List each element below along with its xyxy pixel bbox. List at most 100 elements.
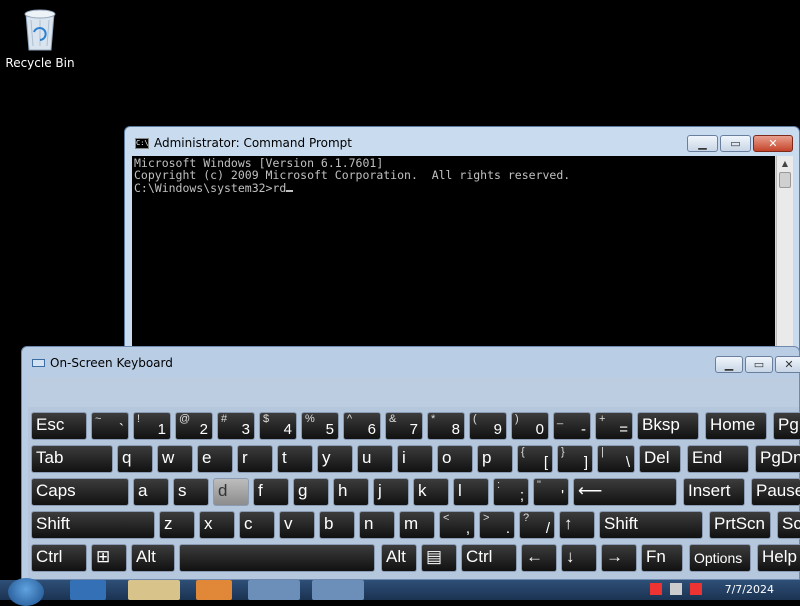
start-button[interactable] (8, 578, 44, 606)
key-r[interactable]: r (237, 445, 273, 473)
key-symbol[interactable]: ↑ (559, 511, 595, 539)
key-z[interactable]: z (159, 511, 195, 539)
taskbar-cmd-icon[interactable] (248, 580, 300, 600)
scroll-thumb[interactable] (779, 172, 791, 188)
key-space[interactable] (179, 544, 375, 572)
cmd-minimize-button[interactable]: ▁ (687, 135, 718, 152)
scroll-up-icon[interactable]: ▲ (777, 156, 793, 172)
taskbar-media-icon[interactable] (196, 580, 232, 600)
key-symbol[interactable]: ~ ` (91, 412, 129, 440)
key-pgdn[interactable]: PgDn (755, 445, 800, 473)
key-symbol[interactable]: | \ (597, 445, 635, 473)
key-g[interactable]: g (293, 478, 329, 506)
taskbar-date[interactable]: 7/7/2024 (725, 583, 774, 596)
taskbar-explorer-icon[interactable] (128, 580, 180, 600)
key-p[interactable]: p (477, 445, 513, 473)
key-end[interactable]: End (687, 445, 749, 473)
key-bksp[interactable]: Bksp (637, 412, 699, 440)
key-x[interactable]: x (199, 511, 235, 539)
key-home[interactable]: Home (705, 412, 767, 440)
key-symbol[interactable]: ? / (519, 511, 555, 539)
taskbar-ie-icon[interactable] (70, 580, 106, 600)
key-symbol[interactable]: ▤ (421, 544, 457, 572)
key-y[interactable]: y (317, 445, 353, 473)
action-center-icon[interactable] (690, 583, 702, 595)
key-symbol[interactable]: ! 1 (133, 412, 171, 440)
key-w[interactable]: w (157, 445, 193, 473)
key-symbol[interactable]: & 7 (385, 412, 423, 440)
key-fn[interactable]: Fn (641, 544, 683, 572)
taskbar-osk-icon[interactable] (312, 580, 364, 600)
recycle-bin-desktop-icon[interactable]: Recycle Bin (4, 6, 76, 70)
volume-icon[interactable] (670, 583, 682, 595)
key-alt[interactable]: Alt (381, 544, 417, 572)
on-screen-keyboard-window[interactable]: On-Screen Keyboard ▁ ▭ ✕ Esc ~ `! 1 @2 #3 $4% 5… (21, 346, 800, 580)
key-c[interactable]: c (239, 511, 275, 539)
key-tab[interactable]: Tab (31, 445, 113, 473)
key-symbol[interactable]: {[ (517, 445, 553, 473)
key-symbol[interactable]: :; (493, 478, 529, 506)
key-v[interactable]: v (279, 511, 315, 539)
key-del[interactable]: Del (639, 445, 681, 473)
key-symbol[interactable]: → (601, 544, 637, 572)
key-pgup[interactable]: PgUp (773, 412, 800, 440)
key-symbol[interactable]: % 5 (301, 412, 339, 440)
key-esc[interactable]: Esc (31, 412, 87, 440)
key-caps[interactable]: Caps (31, 478, 129, 506)
osk-maximize-button[interactable]: ▭ (745, 356, 773, 373)
key-options[interactable]: Options (689, 544, 751, 572)
key-ctrl[interactable]: Ctrl (461, 544, 517, 572)
key-i[interactable]: i (397, 445, 433, 473)
key-d[interactable]: d (213, 478, 249, 506)
osk-title-bar[interactable]: On-Screen Keyboard ▁ ▭ ✕ (22, 347, 800, 377)
key-h[interactable]: h (333, 478, 369, 506)
key-symbol[interactable]: + = (595, 412, 633, 440)
key-e[interactable]: e (197, 445, 233, 473)
key-symbol[interactable]: * 8 (427, 412, 465, 440)
key-alt[interactable]: Alt (131, 544, 175, 572)
key-symbol[interactable]: >. (479, 511, 515, 539)
command-prompt-window[interactable]: C:\ Administrator: Command Prompt ▁ ▭ ✕ … (124, 126, 800, 356)
key-shift[interactable]: Shift (599, 511, 703, 539)
cmd-title-bar[interactable]: C:\ Administrator: Command Prompt ▁ ▭ ✕ (125, 127, 799, 157)
key-symbol[interactable]: }] (557, 445, 593, 473)
key-symbol[interactable]: (9 (469, 412, 507, 440)
key-help[interactable]: Help (757, 544, 800, 572)
key-symbol[interactable]: _ - (553, 412, 591, 440)
key-symbol[interactable]: ← (521, 544, 557, 572)
key-pause[interactable]: Pause (751, 478, 800, 506)
key-b[interactable]: b (319, 511, 355, 539)
key-o[interactable]: o (437, 445, 473, 473)
key-insert[interactable]: Insert (683, 478, 745, 506)
key-symbol[interactable]: ^ 6 (343, 412, 381, 440)
key-symbol[interactable]: $4 (259, 412, 297, 440)
network-error-icon[interactable] (650, 583, 662, 595)
key-scrlk[interactable]: ScrLk (777, 511, 800, 539)
cmd-console-output[interactable]: Microsoft Windows [Version 6.1.7601] Copy… (132, 156, 775, 355)
osk-minimize-button[interactable]: ▁ (715, 356, 743, 373)
key-a[interactable]: a (133, 478, 169, 506)
key-symbol[interactable]: ↓ (561, 544, 597, 572)
key-prtscn[interactable]: PrtScn (709, 511, 771, 539)
key-l[interactable]: l (453, 478, 489, 506)
key-symbol[interactable]: #3 (217, 412, 255, 440)
key-k[interactable]: k (413, 478, 449, 506)
key-j[interactable]: j (373, 478, 409, 506)
key-symbol[interactable]: ) 0 (511, 412, 549, 440)
osk-close-button[interactable]: ✕ (775, 356, 800, 373)
key-s[interactable]: s (173, 478, 209, 506)
cmd-close-button[interactable]: ✕ (753, 135, 793, 152)
key-symbol[interactable]: @2 (175, 412, 213, 440)
cmd-maximize-button[interactable]: ▭ (720, 135, 751, 152)
key-f[interactable]: f (253, 478, 289, 506)
key-symbol[interactable]: ⊞ (91, 544, 127, 572)
key-m[interactable]: m (399, 511, 435, 539)
key-ctrl[interactable]: Ctrl (31, 544, 87, 572)
cmd-scrollbar[interactable]: ▲ (776, 156, 793, 355)
key-symbol[interactable]: " ' (533, 478, 569, 506)
key-symbol[interactable]: <, (439, 511, 475, 539)
key-t[interactable]: t (277, 445, 313, 473)
key-symbol[interactable]: ⟵ (573, 478, 677, 506)
key-n[interactable]: n (359, 511, 395, 539)
key-u[interactable]: u (357, 445, 393, 473)
